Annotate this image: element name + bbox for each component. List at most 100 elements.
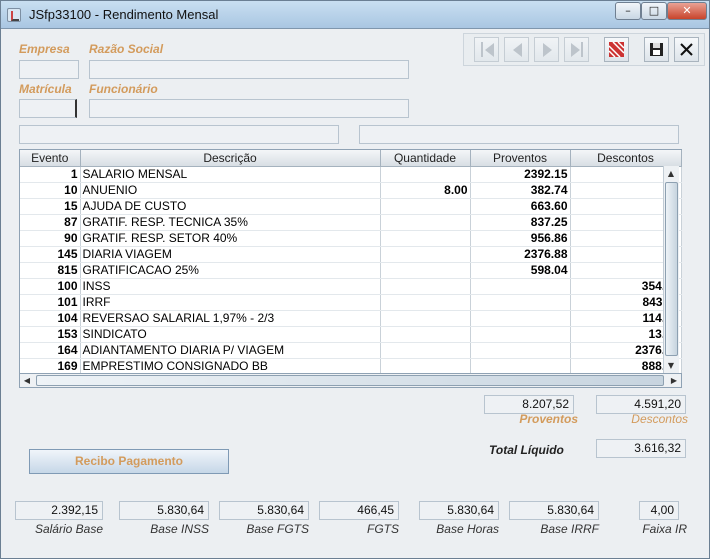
cell-proventos: 2392.15 bbox=[470, 166, 571, 183]
total-liquido-field[interactable]: 3.616,32 bbox=[596, 439, 686, 458]
cell-descricao: ADIANTAMENTO DIARIA P/ VIAGEM bbox=[80, 342, 381, 359]
cell-proventos: 663.60 bbox=[470, 198, 571, 215]
cell-quantidade: 8.00 bbox=[380, 182, 471, 199]
last-record-button[interactable] bbox=[564, 37, 589, 62]
events-grid[interactable]: Evento Descrição Quantidade Proventos De… bbox=[19, 149, 682, 388]
column-header-descricao[interactable]: Descrição bbox=[80, 150, 381, 167]
horizontal-scroll-thumb[interactable] bbox=[36, 375, 664, 386]
base-field-0[interactable]: 2.392,15 bbox=[15, 501, 103, 520]
base-label-3: FGTS bbox=[367, 522, 399, 536]
recibo-pagamento-button[interactable]: Recibo Pagamento bbox=[29, 449, 229, 474]
cell-proventos bbox=[470, 294, 571, 311]
scroll-up-icon[interactable]: ▲ bbox=[664, 167, 678, 180]
first-record-button[interactable] bbox=[474, 37, 499, 62]
cell-quantidade bbox=[380, 230, 471, 247]
cell-proventos bbox=[470, 358, 571, 375]
column-header-proventos[interactable]: Proventos bbox=[470, 150, 571, 167]
table-row[interactable]: 153SINDICATO13.36 bbox=[20, 326, 682, 343]
column-header-descontos[interactable]: Descontos bbox=[570, 150, 682, 167]
base-label-6: Faixa IR bbox=[642, 522, 687, 536]
table-row[interactable]: 10 ANUENIO 8.00 382.74 bbox=[20, 182, 682, 199]
cell-descricao: EMPRESTIMO CONSIGNADO BB bbox=[80, 358, 381, 375]
table-row[interactable]: 90 GRATIF. RESP. SETOR 40% 956.86 bbox=[20, 230, 682, 247]
cell-descricao: ANUENIO bbox=[80, 182, 381, 199]
table-header-row: Evento Descrição Quantidade Proventos De… bbox=[20, 150, 682, 167]
table-row[interactable]: 1 SALARIO MENSAL 2392.15 bbox=[20, 166, 682, 183]
scroll-left-icon[interactable]: ◀ bbox=[20, 374, 34, 387]
first-icon bbox=[485, 43, 494, 57]
vertical-scroll-thumb[interactable] bbox=[665, 182, 678, 356]
cell-quantidade bbox=[380, 198, 471, 215]
previous-record-button[interactable] bbox=[504, 37, 529, 62]
table-row[interactable]: 815 GRATIFICACAO 25% 598.04 bbox=[20, 262, 682, 279]
base-field-6[interactable]: 4,00 bbox=[639, 501, 679, 520]
cell-quantidade bbox=[380, 214, 471, 231]
funcionario-label: Funcionário bbox=[89, 82, 158, 96]
cell-quantidade bbox=[380, 166, 471, 183]
info-field-left[interactable] bbox=[19, 125, 339, 144]
base-field-4[interactable]: 5.830,64 bbox=[419, 501, 499, 520]
cell-quantidade bbox=[380, 278, 471, 295]
empresa-field[interactable] bbox=[19, 60, 79, 79]
close-window-button[interactable]: ✕ bbox=[667, 2, 707, 20]
base-field-2[interactable]: 5.830,64 bbox=[219, 501, 309, 520]
cell-quantidade bbox=[380, 358, 471, 375]
total-proventos-label: Proventos bbox=[519, 412, 578, 426]
exit-button[interactable] bbox=[674, 37, 699, 62]
scroll-down-icon[interactable]: ▼ bbox=[664, 359, 678, 372]
table-row[interactable]: 169 EMPRESTIMO CONSIGNADO BB 888.91 bbox=[20, 358, 682, 375]
base-field-3[interactable]: 466,45 bbox=[319, 501, 399, 520]
cell-quantidade bbox=[380, 262, 471, 279]
table-row[interactable]: 101 IRRF 843.11 bbox=[20, 294, 682, 311]
minimize-button[interactable]: – bbox=[615, 2, 641, 20]
cell-proventos: 598.04 bbox=[470, 262, 571, 279]
funcionario-field[interactable] bbox=[89, 99, 409, 118]
info-field-right[interactable] bbox=[359, 125, 679, 144]
vertical-scrollbar[interactable]: ▲ ▼ bbox=[663, 166, 679, 374]
cell-proventos: 956.86 bbox=[470, 230, 571, 247]
base-label-4: Base Horas bbox=[436, 522, 499, 536]
first-icon-bar bbox=[481, 42, 483, 57]
table-row[interactable]: 87 GRATIF. RESP. TECNICA 35% 837.25 bbox=[20, 214, 682, 231]
horizontal-scrollbar[interactable]: ◀ ▶ bbox=[19, 373, 682, 388]
cell-evento: 164 bbox=[20, 342, 81, 359]
column-header-evento[interactable]: Evento bbox=[20, 150, 81, 167]
base-field-1[interactable]: 5.830,64 bbox=[119, 501, 209, 520]
cell-evento: 104 bbox=[20, 310, 81, 327]
cell-quantidade bbox=[380, 310, 471, 327]
scroll-right-icon[interactable]: ▶ bbox=[667, 374, 681, 387]
cell-evento: 15 bbox=[20, 198, 81, 215]
table-row[interactable]: 164 ADIANTAMENTO DIARIA P/ VIAGEM 2376.88 bbox=[20, 342, 682, 359]
close-icon bbox=[680, 43, 693, 56]
window-title: JSfp33100 - Rendimento Mensal bbox=[29, 7, 219, 22]
table-row[interactable]: 15 AJUDA DE CUSTO 663.60 bbox=[20, 198, 682, 215]
save-button[interactable] bbox=[644, 37, 669, 62]
base-label-2: Base FGTS bbox=[246, 522, 309, 536]
base-label-1: Base INSS bbox=[150, 522, 209, 536]
cell-evento: 815 bbox=[20, 262, 81, 279]
table-row[interactable]: 100 INSS 354.08 bbox=[20, 278, 682, 295]
column-header-quantidade[interactable]: Quantidade bbox=[380, 150, 471, 167]
total-descontos-label: Descontos bbox=[631, 412, 688, 426]
cell-descricao: INSS bbox=[80, 278, 381, 295]
maximize-button[interactable]: □ bbox=[641, 2, 667, 20]
cell-proventos bbox=[470, 278, 571, 295]
cell-proventos: 837.25 bbox=[470, 214, 571, 231]
matricula-field[interactable] bbox=[19, 99, 77, 118]
cell-descricao: SINDICATO bbox=[80, 326, 381, 343]
razao-social-field[interactable] bbox=[89, 60, 409, 79]
title-bar[interactable]: JSfp33100 - Rendimento Mensal – □ ✕ bbox=[1, 1, 709, 29]
cell-descricao: SALARIO MENSAL bbox=[80, 166, 381, 183]
next-record-button[interactable] bbox=[534, 37, 559, 62]
cell-evento: 153 bbox=[20, 326, 81, 343]
main-window: JSfp33100 - Rendimento Mensal – □ ✕ Empr… bbox=[0, 0, 710, 559]
cell-evento: 90 bbox=[20, 230, 81, 247]
base-label-0: Salário Base bbox=[34, 522, 103, 536]
razao-social-label: Razão Social bbox=[89, 42, 164, 56]
clear-button[interactable] bbox=[604, 37, 629, 62]
table-row[interactable]: 145 DIARIA VIAGEM 2376.88 bbox=[20, 246, 682, 263]
cell-quantidade bbox=[380, 326, 471, 343]
table-row[interactable]: 104 REVERSAO SALARIAL 1,97% - 2/3 114.86 bbox=[20, 310, 682, 327]
base-field-5[interactable]: 5.830,64 bbox=[509, 501, 599, 520]
last-icon-bar bbox=[581, 42, 583, 57]
